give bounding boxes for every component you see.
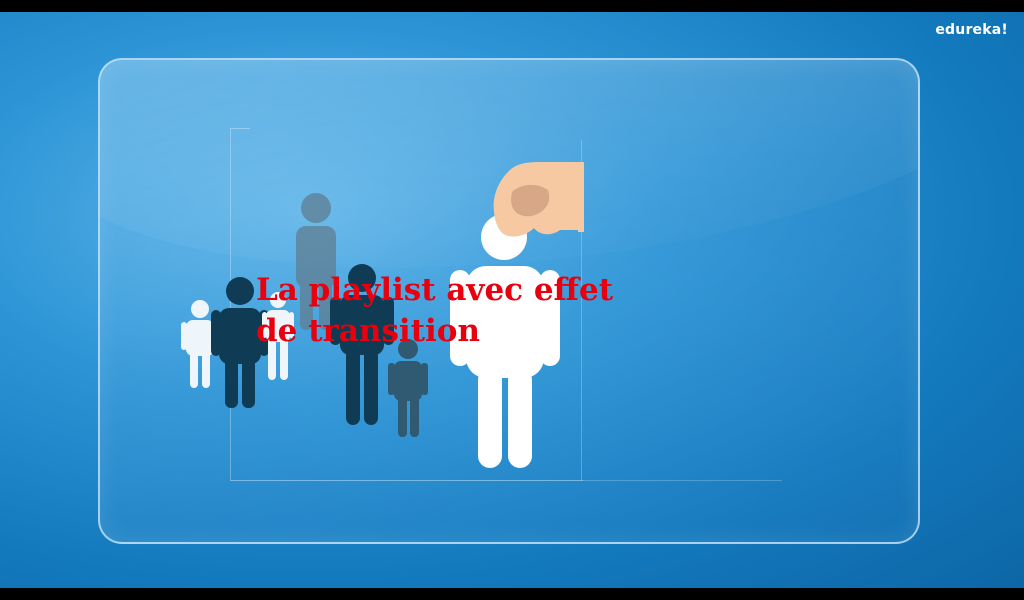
letterbox-bottom xyxy=(0,588,1024,600)
video-frame: edureka! La playlist avec effet de trans… xyxy=(0,12,1024,588)
hand-picking-person-icon xyxy=(493,162,584,237)
caption-text: La playlist avec effet de transition xyxy=(256,272,614,349)
letterbox-top xyxy=(0,0,1024,12)
gray-person-icon xyxy=(388,339,428,437)
